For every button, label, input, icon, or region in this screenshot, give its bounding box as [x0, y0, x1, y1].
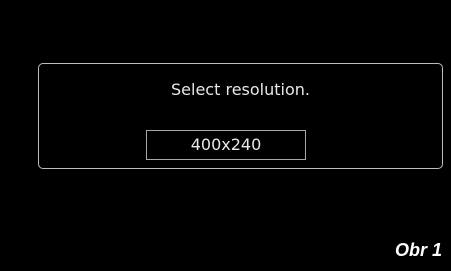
dialog-prompt: Select resolution. — [171, 80, 310, 99]
figure-caption: Obr 1 — [394, 240, 442, 260]
device-screen: Select resolution. 400x240 Obr 1 — [0, 0, 451, 271]
resolution-dialog: Select resolution. 400x240 — [38, 63, 443, 169]
resolution-selector[interactable]: 400x240 — [146, 130, 306, 160]
